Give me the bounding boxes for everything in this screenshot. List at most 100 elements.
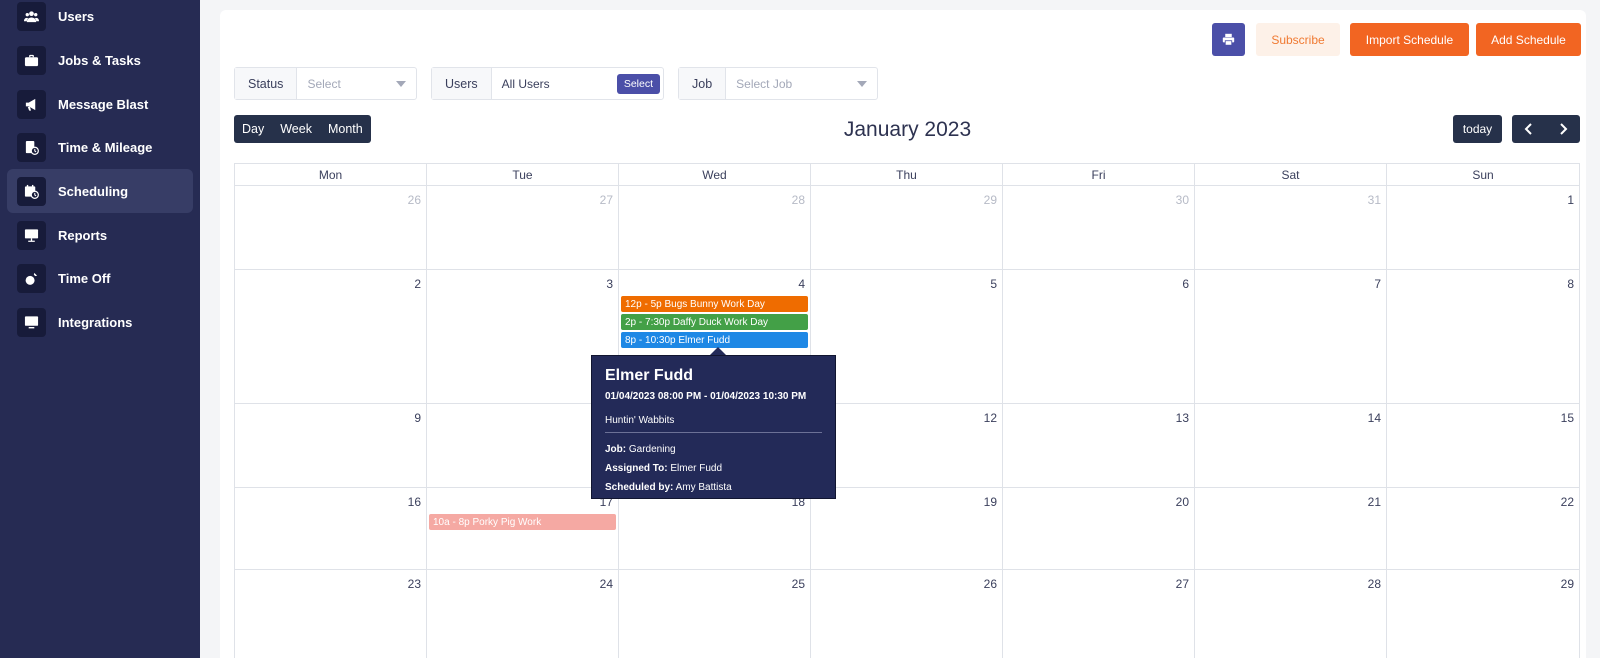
day-number: 1 (1567, 193, 1574, 207)
presentation-icon (17, 220, 46, 250)
calendar-event[interactable]: 8p - 10:30p Elmer Fudd (621, 332, 808, 348)
view-switcher: Day Week Month (234, 115, 371, 143)
sidebar-item-label: Reports (58, 227, 108, 243)
users-filter-label: Users (432, 68, 492, 99)
calendar-day-cell[interactable]: 27 (1003, 570, 1195, 658)
users-select[interactable]: All Users Select (492, 68, 663, 99)
calendar-week: 16 17 10a - 8p Porky Pig Work 18 19 20 2… (235, 488, 1579, 570)
calendar-day-cell[interactable]: 30 (1003, 186, 1195, 269)
popover-assigned-row: Assigned To: Elmer Fudd (605, 463, 822, 474)
calendar-day-cell[interactable]: 12 (811, 404, 1003, 487)
weekday-header: Mon Tue Wed Thu Fri Sat Sun (235, 164, 1579, 186)
sidebar-item-users[interactable]: Users (7, 0, 193, 38)
import-schedule-button[interactable]: Import Schedule (1350, 23, 1469, 56)
weekday-label: Tue (427, 164, 619, 185)
calendar-day-cell[interactable]: 1 (1387, 186, 1579, 269)
users-filter: Users All Users Select (431, 67, 664, 100)
status-select[interactable]: Select (297, 68, 416, 99)
calendar-day-cell[interactable]: 13 (1003, 404, 1195, 487)
chevron-down-icon (857, 81, 867, 87)
briefcase-icon (17, 45, 46, 75)
print-button[interactable] (1212, 23, 1245, 56)
chevron-left-icon (1524, 123, 1532, 135)
calendar-week: 26 27 28 29 30 31 1 (235, 186, 1579, 270)
users-select-button[interactable]: Select (616, 74, 660, 94)
day-number: 4 (798, 277, 805, 291)
calendar-day-cell[interactable]: 8 (1387, 270, 1579, 403)
calendar-day-cell[interactable]: 24 (427, 570, 619, 658)
sidebar-item-label: Time Off (58, 270, 111, 286)
popover-assigned-label: Assigned To: (605, 463, 668, 474)
day-number: 26 (407, 193, 421, 207)
calendar-day-cell[interactable]: 22 (1387, 488, 1579, 569)
calendar-day-cell[interactable]: 26 (811, 570, 1003, 658)
day-number: 21 (1367, 495, 1381, 509)
sidebar-item-label: Message Blast (58, 96, 149, 112)
sidebar-item-integrations[interactable]: Integrations (7, 300, 193, 344)
popover-job-value: Gardening (628, 444, 676, 455)
calendar-day-cell[interactable]: 16 (235, 488, 427, 569)
weekday-label: Wed (619, 164, 811, 185)
calendar-day-cell[interactable]: 26 (235, 186, 427, 269)
users-icon (17, 1, 46, 31)
sidebar-item-scheduling[interactable]: Scheduling (7, 169, 193, 213)
calendar-day-cell[interactable]: 25 (619, 570, 811, 658)
calendar-event[interactable]: 12p - 5p Bugs Bunny Work Day (621, 296, 808, 312)
previous-month-button[interactable] (1512, 115, 1546, 143)
job-select[interactable]: Select Job (726, 68, 877, 99)
subscribe-button[interactable]: Subscribe (1256, 23, 1340, 56)
calendar-day-cell[interactable]: 18 (619, 488, 811, 569)
calendar-day-cell[interactable]: 29 (1387, 570, 1579, 658)
calendar-event[interactable]: 10a - 8p Porky Pig Work (429, 514, 616, 530)
job-filter-label: Job (679, 68, 727, 99)
monitor-icon (17, 307, 46, 337)
day-number: 23 (407, 577, 421, 591)
calendar-day-cell[interactable]: 7 (1195, 270, 1387, 403)
weekday-label: Thu (811, 164, 1003, 185)
calendar-day-cell[interactable]: 31 (1195, 186, 1387, 269)
sidebar-item-message-blast[interactable]: Message Blast (7, 82, 193, 126)
calendar-day-cell[interactable]: 29 (811, 186, 1003, 269)
today-button[interactable]: today (1453, 115, 1502, 143)
calendar-day-cell[interactable]: 9 (235, 404, 427, 487)
users-select-value: All Users (501, 76, 550, 91)
day-number: 19 (983, 495, 997, 509)
day-view-button[interactable]: Day (234, 115, 272, 143)
day-number: 25 (791, 577, 805, 591)
day-number: 29 (983, 193, 997, 207)
add-schedule-button[interactable]: Add Schedule (1476, 23, 1581, 56)
popover-description: Huntin' Wabbits (605, 415, 822, 433)
calendar-day-cell[interactable]: 23 (235, 570, 427, 658)
popover-assigned-value: Elmer Fudd (670, 463, 723, 474)
day-number: 16 (407, 495, 421, 509)
day-number: 3 (606, 277, 613, 291)
calendar-day-cell[interactable]: 27 (427, 186, 619, 269)
month-navigation (1512, 115, 1580, 143)
calendar-day-cell[interactable]: 20 (1003, 488, 1195, 569)
calendar-day-cell[interactable]: 15 (1387, 404, 1579, 487)
sidebar-item-time-off[interactable]: Time Off (7, 256, 193, 300)
calendar-week: 23 24 25 26 27 28 29 (235, 570, 1579, 658)
sidebar: Users Jobs & Tasks Message Blast Time & … (0, 0, 200, 658)
day-number: 6 (1182, 277, 1189, 291)
day-number: 27 (599, 193, 613, 207)
calendar-event[interactable]: 2p - 7:30p Daffy Duck Work Day (621, 314, 808, 330)
sidebar-item-jobs-tasks[interactable]: Jobs & Tasks (7, 38, 193, 82)
calendar-day-cell[interactable]: 5 (811, 270, 1003, 403)
calendar-day-cell[interactable]: 28 (1195, 570, 1387, 658)
weekday-label: Sun (1472, 167, 1494, 182)
calendar-day-cell[interactable]: 14 (1195, 404, 1387, 487)
calendar-day-cell[interactable]: 19 (811, 488, 1003, 569)
month-view-button[interactable]: Month (320, 115, 371, 143)
sidebar-item-reports[interactable]: Reports (7, 213, 193, 257)
calendar-day-cell[interactable]: 21 (1195, 488, 1387, 569)
calendar-week: 9 10 11 12 13 14 15 (235, 404, 1579, 488)
week-view-button[interactable]: Week (272, 115, 320, 143)
calendar-day-cell[interactable]: 2 (235, 270, 427, 403)
calendar-day-cell[interactable]: 28 (619, 186, 811, 269)
calendar-day-cell[interactable]: 6 (1003, 270, 1195, 403)
calendar-day-cell[interactable]: 17 10a - 8p Porky Pig Work (427, 488, 619, 569)
next-month-button[interactable] (1546, 115, 1580, 143)
chevron-right-icon (1560, 123, 1568, 135)
sidebar-item-time-mileage[interactable]: Time & Mileage (7, 125, 193, 169)
